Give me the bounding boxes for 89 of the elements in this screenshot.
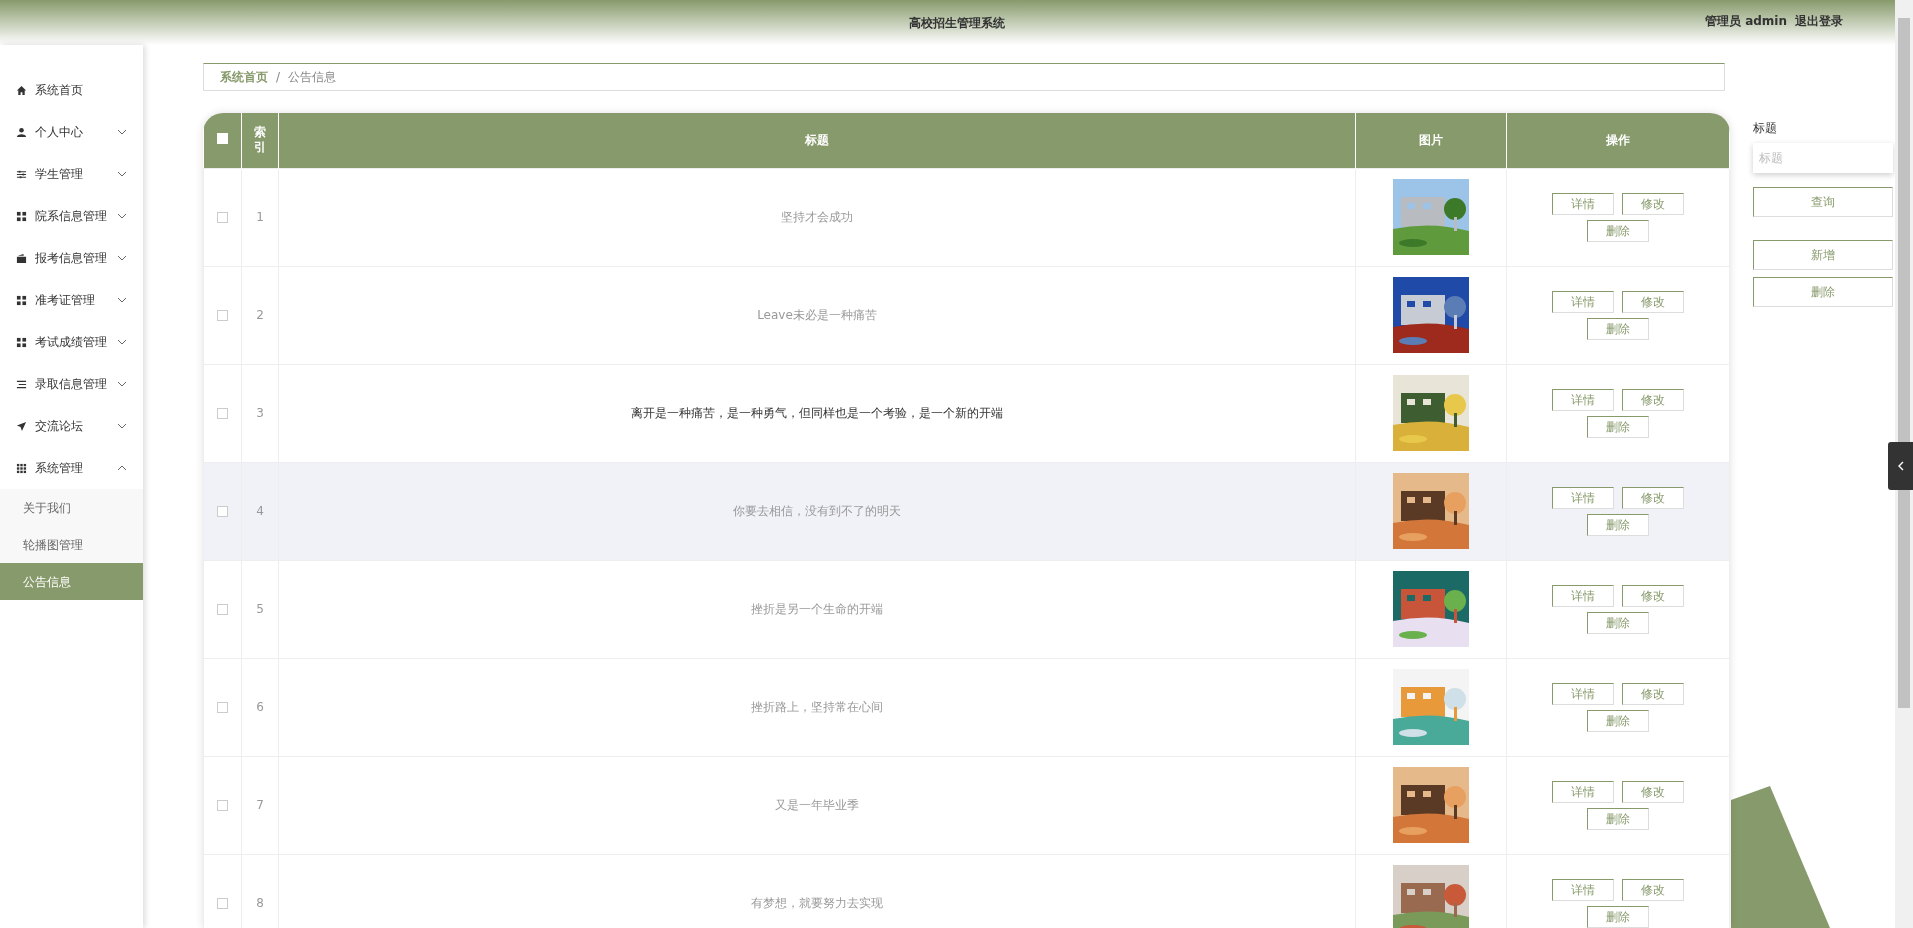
index-text: 4	[256, 504, 264, 519]
title-text: 挫折是另一个生命的开端	[751, 602, 883, 617]
action-button[interactable]: 详情	[1552, 388, 1614, 411]
action-button[interactable]: 详情	[1552, 192, 1614, 215]
person-icon	[16, 126, 27, 138]
panel-button[interactable]: 删除	[1753, 277, 1893, 307]
menu-item[interactable]: 交流论坛	[0, 405, 143, 447]
grid-icon	[16, 336, 27, 348]
action-button[interactable]: 修改	[1622, 192, 1684, 215]
index-text: 7	[256, 798, 264, 813]
panel-button[interactable]: 新增	[1753, 240, 1893, 270]
title-text: 离开是一种痛苦，是一种勇气，但同样也是一个考验，是一个新的开端	[631, 406, 1003, 421]
action-button[interactable]: 删除	[1587, 513, 1649, 536]
index-text: 1	[256, 210, 264, 225]
action-button[interactable]: 详情	[1552, 780, 1614, 803]
action-button[interactable]: 修改	[1622, 682, 1684, 705]
logout-link[interactable]: 退出登录	[1795, 12, 1843, 30]
column-header: 图片	[1419, 132, 1443, 147]
row-checkbox[interactable]	[217, 506, 228, 518]
breadcrumb-current: 公告信息	[288, 69, 337, 87]
action-button[interactable]: 修改	[1622, 584, 1684, 607]
panel-button[interactable]: 查询	[1753, 187, 1893, 217]
title-text: Leave未必是一种痛苦	[757, 308, 877, 323]
list-icon	[16, 378, 27, 390]
column-header: 索引	[254, 124, 266, 157]
action-button[interactable]: 详情	[1552, 584, 1614, 607]
action-button[interactable]: 删除	[1587, 415, 1649, 438]
app-title: 高校招生管理系统	[908, 14, 1005, 32]
index-text: 2	[256, 308, 264, 323]
breadcrumb-separator: /	[276, 69, 281, 87]
apps-icon	[16, 462, 27, 474]
title-text: 挫折路上，坚持常在心间	[751, 700, 883, 715]
action-button[interactable]: 删除	[1587, 219, 1649, 242]
action-button[interactable]: 详情	[1552, 682, 1614, 705]
action-button[interactable]: 修改	[1622, 780, 1684, 803]
menu-item[interactable]: 录取信息管理	[0, 363, 143, 405]
send-icon	[16, 420, 27, 432]
title-text: 你要去相信，没有到不了的明天	[733, 504, 901, 519]
title-text: 又是一年毕业季	[775, 798, 859, 813]
row-checkbox[interactable]	[217, 310, 228, 322]
row-checkbox[interactable]	[217, 212, 228, 224]
row-checkbox[interactable]	[217, 408, 228, 420]
index-text: 6	[256, 700, 264, 715]
column-header: 标题	[805, 132, 829, 147]
collapse-button[interactable]	[1888, 442, 1913, 490]
menu-item[interactable]: 系统管理	[0, 447, 143, 489]
submenu-item[interactable]: 轮播图管理	[0, 526, 143, 563]
user-label: 管理员 admin	[1704, 13, 1787, 30]
action-button[interactable]: 详情	[1552, 878, 1614, 901]
home-icon	[16, 84, 27, 96]
grid-icon	[16, 210, 27, 222]
menu-item[interactable]: 个人中心	[0, 111, 143, 153]
action-button[interactable]: 详情	[1552, 290, 1614, 313]
breadcrumb-link[interactable]: 系统首页	[220, 68, 268, 87]
action-button[interactable]: 删除	[1587, 905, 1649, 928]
submenu-item[interactable]: 公告信息	[0, 563, 143, 600]
action-button[interactable]: 删除	[1587, 611, 1649, 634]
title-text: 有梦想，就要努力去实现	[751, 896, 883, 911]
select-all-checkbox[interactable]	[216, 132, 228, 144]
row-checkbox[interactable]	[217, 702, 228, 714]
action-button[interactable]: 详情	[1552, 486, 1614, 509]
action-button[interactable]: 修改	[1622, 486, 1684, 509]
index-text: 5	[256, 602, 264, 617]
menu-item[interactable]: 报考信息管理	[0, 237, 143, 279]
row-checkbox[interactable]	[217, 800, 228, 812]
action-button[interactable]: 修改	[1622, 290, 1684, 313]
menu-item[interactable]: 考试成绩管理	[0, 321, 143, 363]
action-button[interactable]: 修改	[1622, 388, 1684, 411]
menu-item[interactable]: 准考证管理	[0, 279, 143, 321]
submenu-item[interactable]: 关于我们	[0, 489, 143, 526]
row-checkbox[interactable]	[217, 604, 228, 616]
index-text: 8	[256, 896, 264, 911]
title-text: 坚持才会成功	[781, 210, 853, 225]
wallet-icon	[16, 252, 27, 264]
row-checkbox[interactable]	[217, 898, 228, 910]
field-label: 标题	[1753, 120, 1778, 137]
action-button[interactable]: 修改	[1622, 878, 1684, 901]
menu-item[interactable]: 学生管理	[0, 153, 143, 195]
grid-icon	[16, 294, 27, 306]
action-button[interactable]: 删除	[1587, 807, 1649, 830]
chevron-left-icon	[1897, 461, 1904, 471]
column-header: 操作	[1606, 132, 1630, 147]
action-button[interactable]: 删除	[1587, 317, 1649, 340]
search-field[interactable]: 标题	[1753, 143, 1893, 173]
action-button[interactable]: 删除	[1587, 709, 1649, 732]
menu-item[interactable]: 院系信息管理	[0, 195, 143, 237]
sliders-icon	[16, 168, 27, 180]
menu-item[interactable]: 系统首页	[0, 69, 143, 111]
index-text: 3	[256, 406, 264, 421]
